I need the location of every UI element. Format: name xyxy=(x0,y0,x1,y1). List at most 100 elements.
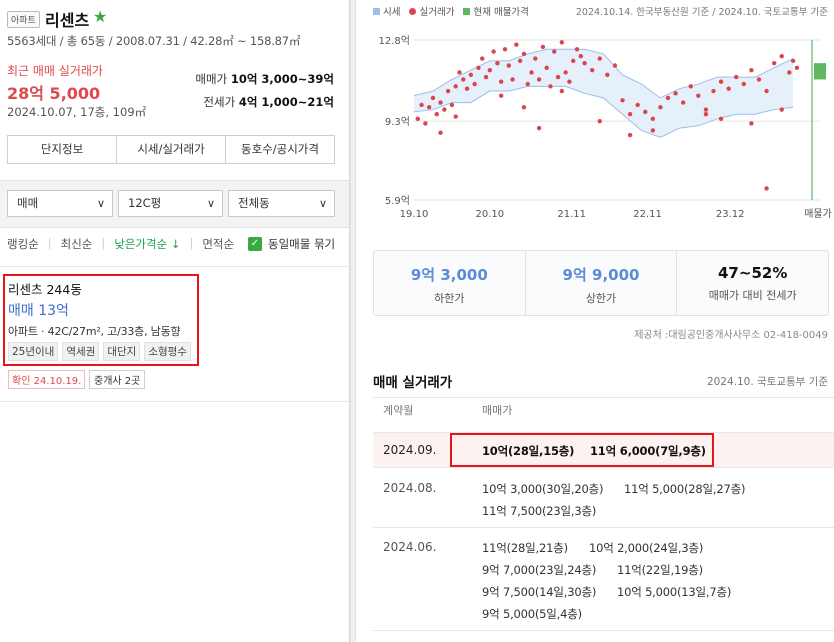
sort-low-price[interactable]: 낮은가격순 ↓ xyxy=(114,236,180,252)
transaction-point xyxy=(567,79,572,84)
transaction-point xyxy=(491,49,496,54)
transaction-point xyxy=(756,77,762,82)
transaction-point xyxy=(536,77,542,82)
section-title: 매매 실거래가 xyxy=(373,375,453,391)
price-chart[interactable]: 12.8억 9.3억 5.9억 19.10 20.10 21.11 22.11 23.12 매물… xyxy=(356,20,834,225)
transaction-point xyxy=(415,116,420,122)
x-tick-label: 19.10 xyxy=(400,209,429,220)
building-select[interactable]: 전체동 ∨ xyxy=(228,190,335,217)
tab-market-price[interactable]: 시세/실거래가 xyxy=(117,136,226,163)
deal-entry: 11억 7,500(23일,3층) xyxy=(482,504,597,518)
transaction-point xyxy=(627,112,633,117)
listing-tag: 역세권 xyxy=(62,342,100,361)
current-listing-range xyxy=(814,63,826,80)
price-detail-panel: 시세 실거래가 현재 매물가격 2024.10.14. 한국부동산원 기준 / … xyxy=(356,0,834,642)
transaction-point xyxy=(771,60,777,66)
data-provider: 제공처 :대림공인중개사사무소 02-418-0049 xyxy=(634,330,828,341)
transaction-point xyxy=(430,95,436,101)
transaction-point xyxy=(548,84,553,89)
transaction-point xyxy=(510,77,515,82)
sort-area[interactable]: 면적순 xyxy=(202,236,234,252)
transaction-point xyxy=(650,128,656,133)
chart-source: 2024.10.14. 한국부동산원 기준 / 2024.10. 국토교통부 기… xyxy=(575,7,828,18)
legend-market: 시세 xyxy=(373,4,400,18)
recent-price: 28억 5,000 xyxy=(7,84,101,103)
transaction-point xyxy=(438,130,443,135)
divider xyxy=(0,401,349,402)
transaction-point xyxy=(665,95,671,101)
listing-panel: 아파트 리센츠 ★ 5563세대 / 총 65동 / 2008.07.31 / … xyxy=(0,0,350,642)
transaction-point xyxy=(673,91,678,96)
info-tabs: 단지정보 시세/실거래가 동호수/공시가격 xyxy=(7,135,335,164)
tab-unit-public-price[interactable]: 동호수/공시가격 xyxy=(226,136,334,163)
broker-count-button[interactable]: 중개사 2곳 xyxy=(89,370,146,389)
deal-entry: 9억 7,000(23일,24층) xyxy=(482,563,597,577)
transaction-point xyxy=(514,42,519,47)
tab-complex-info[interactable]: 단지정보 xyxy=(8,136,117,163)
transaction-point xyxy=(506,63,511,68)
transaction-point xyxy=(453,114,458,119)
legend-current-listing: 현재 매물가격 xyxy=(463,4,529,18)
transaction-point xyxy=(571,58,576,64)
chevron-down-icon: ∨ xyxy=(96,197,105,210)
listing-tag: 25년이내 xyxy=(8,342,59,361)
legend-transaction: 실거래가 xyxy=(409,4,454,18)
transaction-point xyxy=(597,56,602,61)
x-tick-label: 매물가 xyxy=(804,208,832,220)
transaction-point xyxy=(627,132,633,138)
trade-type-select[interactable]: 매매 ∨ xyxy=(7,190,113,217)
jeonse-price-range: 전세가 4억 1,000~21억 xyxy=(203,95,334,109)
transaction-point xyxy=(423,121,428,126)
transaction-point xyxy=(483,74,489,80)
x-tick-label: 22.11 xyxy=(633,209,662,220)
transaction-point xyxy=(529,70,534,75)
x-tick-label: 23.12 xyxy=(716,209,745,220)
transaction-point xyxy=(635,102,640,108)
row-month: 2024.06. xyxy=(383,540,437,554)
transaction-point xyxy=(525,81,530,87)
transaction-point xyxy=(544,65,549,71)
stat-jeonse-ratio: 47~52% 매매가 대비 전세가 xyxy=(708,264,797,302)
stat-upper: 9억 9,000 상한가 xyxy=(526,251,678,315)
transaction-point xyxy=(650,116,656,122)
confirmed-date-badge: 확인 24.10.19. xyxy=(8,370,86,389)
sort-ranking[interactable]: 랭킹순 xyxy=(7,236,39,252)
transaction-point xyxy=(779,54,784,59)
table-top-border xyxy=(373,397,834,398)
transaction-point xyxy=(582,60,587,66)
transaction-point xyxy=(764,186,769,191)
recent-price-label: 최근 매매 실거래가 xyxy=(7,64,103,78)
transaction-point xyxy=(476,65,481,71)
transaction-point xyxy=(498,79,504,84)
y-tick-label: 12.8억 xyxy=(379,35,410,47)
stat-lower: 9억 3,000 하한가 xyxy=(374,251,526,315)
group-same-listing-checkbox[interactable]: ✓ xyxy=(248,237,262,251)
transaction-point xyxy=(498,93,504,98)
sale-price-range: 매매가 10억 3,000~39억 xyxy=(195,72,334,86)
listing-title[interactable]: 리센츠 244동 xyxy=(8,279,82,298)
y-tick-label: 5.9억 xyxy=(385,195,410,207)
chevron-down-icon: ∨ xyxy=(318,197,327,210)
transaction-point xyxy=(696,93,701,98)
transaction-point xyxy=(536,125,542,131)
section-source: 2024.10. 국토교통부 기준 xyxy=(706,376,828,388)
transaction-point xyxy=(472,81,477,87)
transaction-point xyxy=(680,100,686,105)
deal-entry: 10억 5,000(13일,7층) xyxy=(617,585,732,599)
transaction-point xyxy=(438,100,443,105)
transaction-point xyxy=(453,84,458,89)
market-price-band xyxy=(414,49,794,138)
transaction-point xyxy=(502,47,508,52)
favorite-star-icon[interactable]: ★ xyxy=(93,7,107,26)
transaction-point xyxy=(449,102,455,108)
size-select[interactable]: 12C평 ∨ xyxy=(118,190,223,217)
sort-latest[interactable]: 최신순 xyxy=(61,236,93,252)
transaction-point xyxy=(540,44,546,50)
transaction-point xyxy=(787,70,792,75)
transaction-point xyxy=(749,67,754,73)
transaction-point xyxy=(533,56,538,61)
transaction-point xyxy=(517,58,523,64)
transaction-point xyxy=(726,86,731,91)
deal-entry: 11억(28일,21층) xyxy=(482,541,568,555)
recent-price-detail: 2024.10.07, 17층, 109㎡ xyxy=(7,105,147,119)
